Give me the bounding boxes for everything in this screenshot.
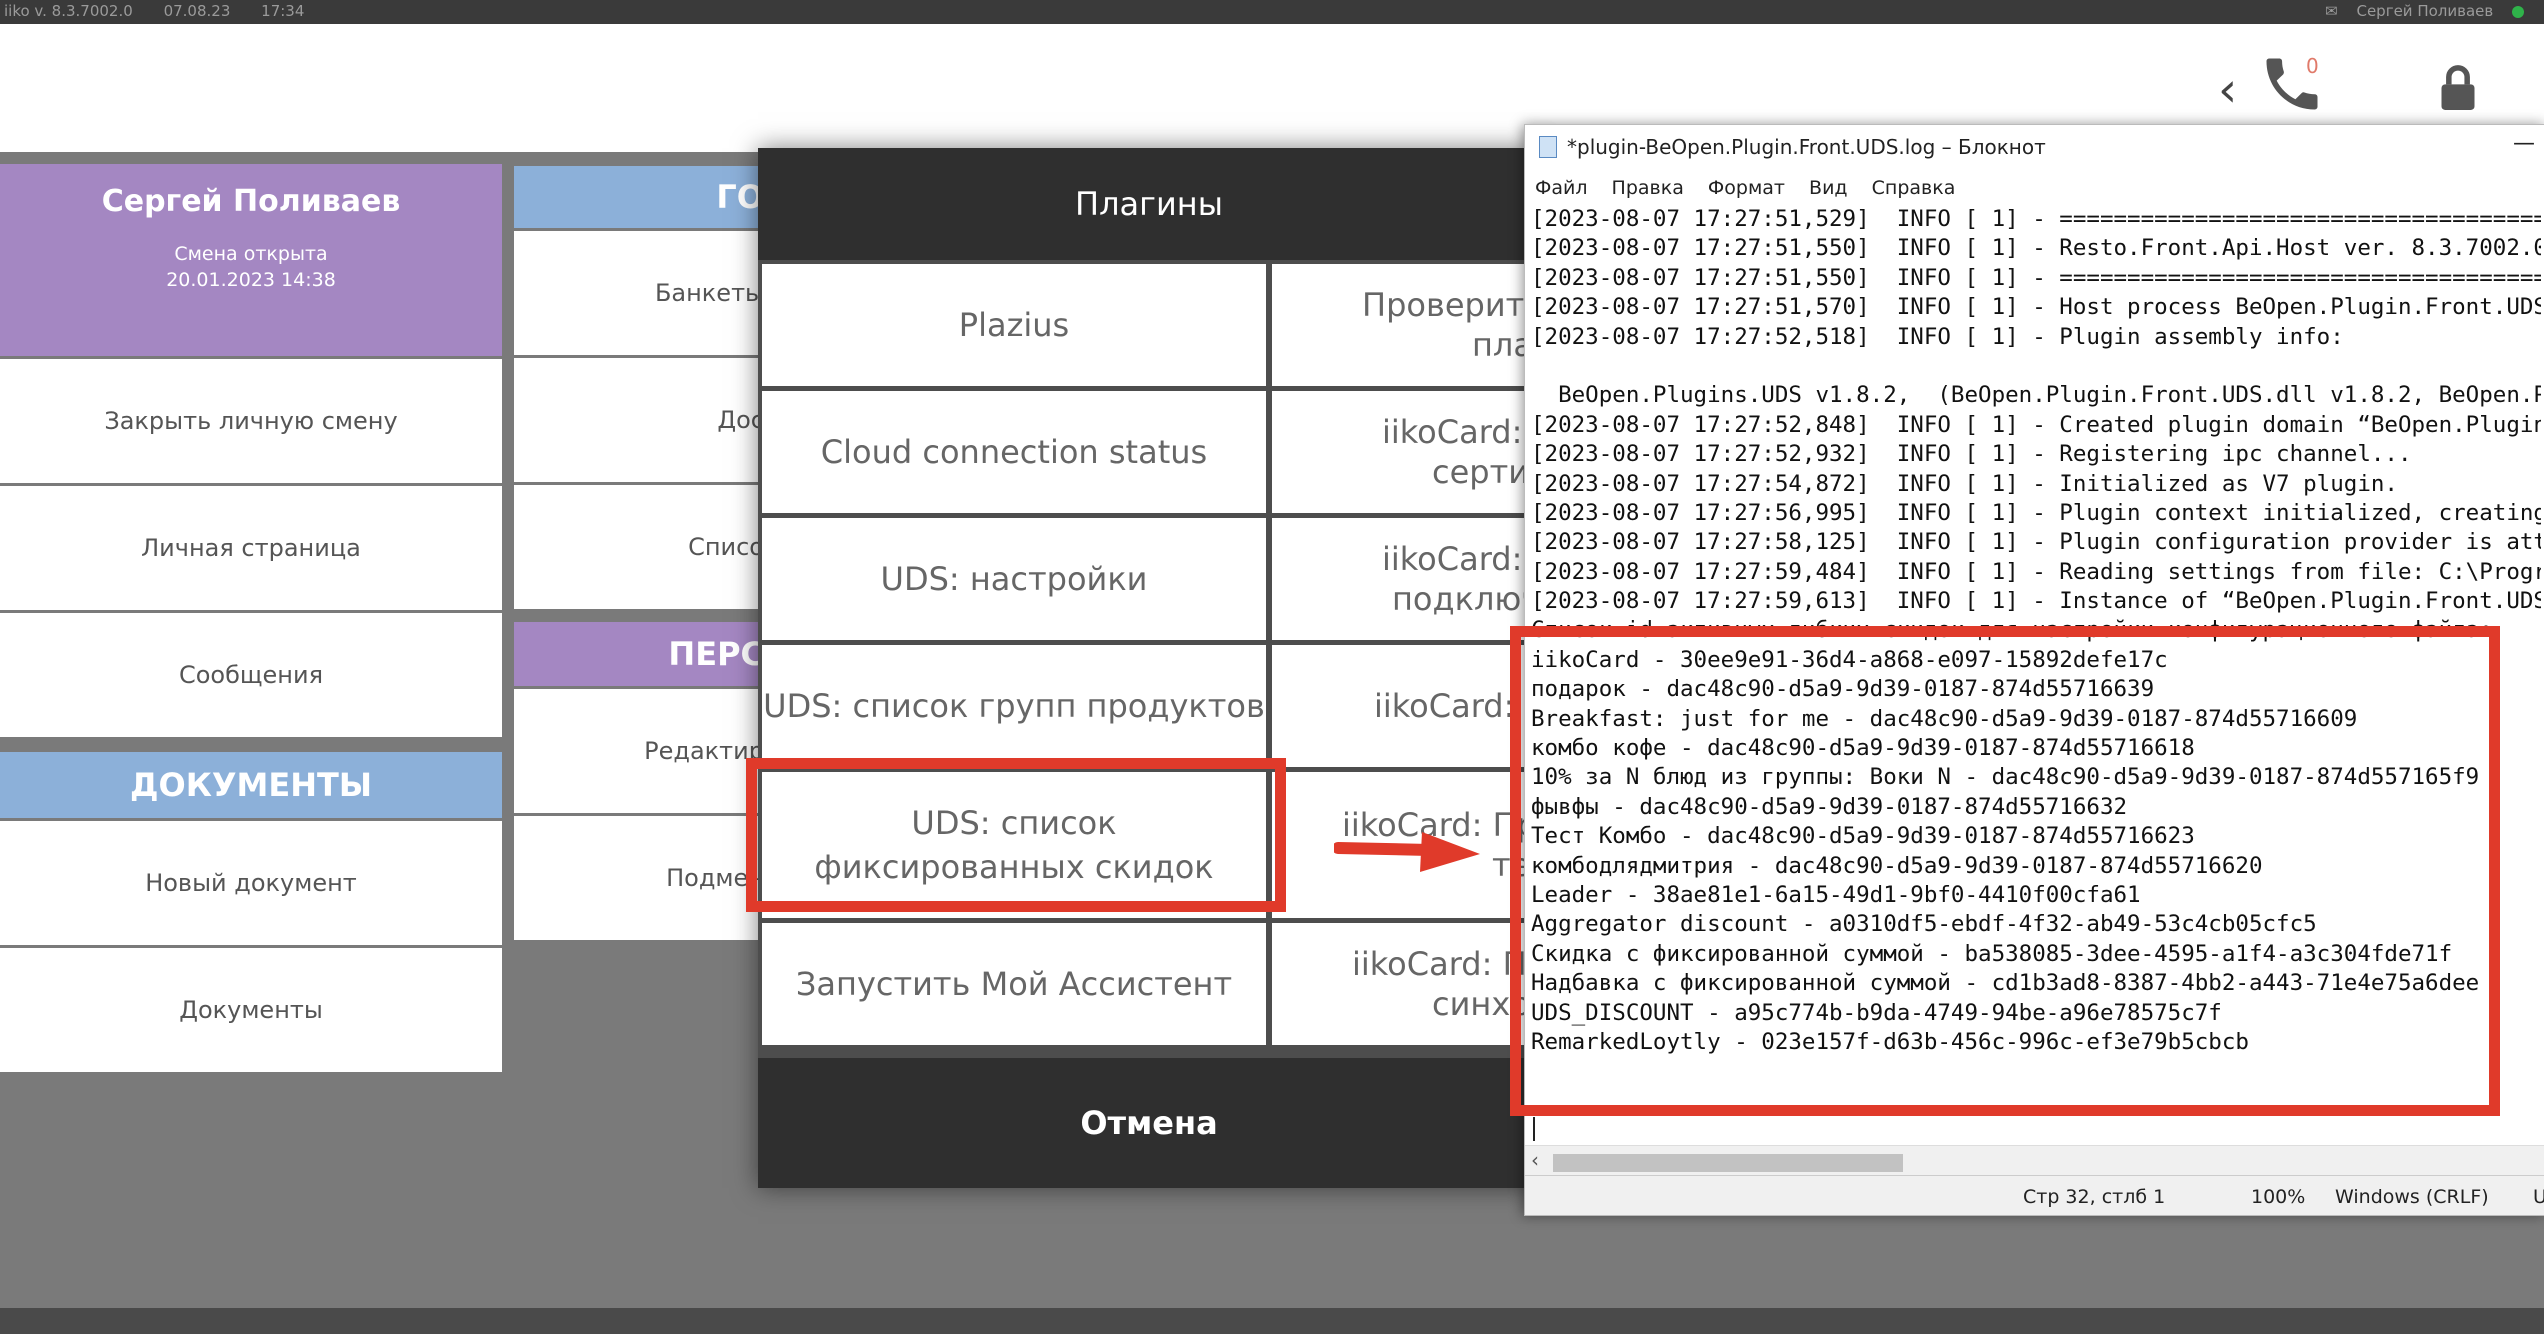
app-version: iiko v. 8.3.7002.0 (4, 2, 133, 20)
documents-header: ДОКУМЕНТЫ (0, 752, 502, 818)
log-line: [2023-08-07 17:27:59,484] INFO [ 1] - Re… (1531, 558, 2541, 585)
mail-icon[interactable]: ✉ (2325, 2, 2338, 20)
scroll-left-icon[interactable]: ‹ (1531, 1148, 1539, 1172)
log-line: [2023-08-07 17:27:52,518] INFO [ 1] - Pl… (1531, 323, 2344, 350)
menu-format[interactable]: Формат (1708, 177, 1785, 199)
lock-icon[interactable] (2436, 62, 2480, 118)
highlight-box-fixed-discounts (746, 758, 1286, 912)
documents-button[interactable]: Документы (0, 948, 502, 1075)
menu-file[interactable]: Файл (1535, 177, 1588, 199)
banquets-button[interactable]: Банкеты (514, 228, 764, 358)
cancel-button[interactable]: Отмена (758, 1058, 1540, 1188)
write-off-button[interactable]: Списо (514, 485, 764, 612)
replace-button[interactable]: Подмен (514, 816, 764, 943)
left-menu-column: Сергей Поливаев Смена открыта 20.01.2023… (0, 164, 502, 1075)
personal-page-button[interactable]: Личная страница (0, 486, 502, 613)
status-line-endings: Windows (CRLF) (2335, 1186, 2489, 1208)
plugin-cloud-status-button[interactable]: Cloud connection status (762, 391, 1266, 513)
log-line: [2023-08-07 17:27:59,613] INFO [ 1] - In… (1531, 588, 2541, 615)
close-shift-button[interactable]: Закрыть личную смену (0, 356, 502, 486)
plugin-uds-settings-button[interactable]: UDS: настройки (762, 518, 1266, 640)
menu-edit[interactable]: Правка (1612, 177, 1684, 199)
log-line: [2023-08-07 17:27:51,550] INFO [ 1] - Re… (1531, 235, 2541, 262)
user-name: Сергей Поливаев (101, 184, 401, 219)
plugins-dialog: Плагины Plazius Cloud connection status … (758, 148, 1540, 1188)
new-document-button[interactable]: Новый документ (0, 818, 502, 948)
status-encoding: U (2533, 1186, 2544, 1208)
log-line: [2023-08-07 17:27:51,529] INFO [ 1] - ==… (1531, 206, 2541, 232)
notepad-titlebar: *plugin-BeOpen.Plugin.Front.UDS.log – Бл… (1525, 125, 2544, 169)
menu-help[interactable]: Справка (1872, 177, 1956, 199)
personnel-header: ПЕРС (514, 622, 764, 686)
status-user: Сергей Поливаев (2356, 2, 2494, 20)
plugin-iikocard-connect-button[interactable]: iikoCard: Дподключ (1272, 518, 1540, 640)
back-chevron-icon[interactable]: ‹ (2218, 62, 2237, 118)
plugin-plazius-button[interactable]: Plazius (762, 264, 1266, 386)
plugin-iikocard-za-button[interactable]: iikoCard: За (1272, 645, 1540, 767)
notepad-file-icon (1539, 136, 1557, 158)
log-line: [2023-08-07 17:27:56,995] INFO [ 1] - Pl… (1531, 499, 2541, 526)
text-caret (1533, 1117, 1535, 1141)
missed-calls-count: 0 (2306, 54, 2319, 78)
log-line: [2023-08-07 17:27:51,570] INFO [ 1] - Ho… (1531, 294, 2541, 321)
notepad-title: *plugin-BeOpen.Plugin.Front.UDS.log – Бл… (1567, 135, 2046, 159)
system-status-bar: iiko v. 8.3.7002.0 07.08.23 17:34 ✉ Серг… (0, 0, 2544, 24)
scrollbar-thumb[interactable] (1553, 1154, 1903, 1172)
log-line: [2023-08-07 17:27:52,848] INFO [ 1] - Cr… (1531, 411, 2541, 438)
log-line: [2023-08-07 17:27:58,125] INFO [ 1] - Pl… (1531, 529, 2541, 556)
menu-view[interactable]: Вид (1809, 177, 1848, 199)
middle-section-title: ГО (716, 178, 764, 216)
edit-button[interactable]: Редактир (514, 686, 764, 816)
plugin-check-button[interactable]: Проверитьплаг (1272, 264, 1540, 386)
status-zoom: 100% (2251, 1186, 2306, 1208)
online-indicator-icon (2512, 5, 2524, 18)
shift-status: Смена открыта (174, 243, 328, 265)
log-line: BeOpen.Plugins.UDS v1.8.2, (BeOpen.Plugi… (1531, 382, 2541, 409)
log-line: [2023-08-07 17:27:54,872] INFO [ 1] - In… (1531, 470, 2398, 497)
log-line: [2023-08-07 17:27:51,550] INFO [ 1] - ==… (1531, 264, 2541, 291)
notepad-menubar: Файл Правка Формат Вид Справка (1535, 177, 1973, 199)
middle-menu-column: ГО Банкеты Дос Списо ПЕРС Редактир Подме… (514, 166, 764, 943)
messages-button[interactable]: Сообщения (0, 613, 502, 740)
plugin-iikocard-sync-button[interactable]: iikoCard: Пр синхро (1272, 923, 1540, 1045)
status-date: 07.08.23 (163, 2, 231, 20)
notepad-statusbar: Стр 32, стлб 1 100% Windows (CRLF) U (1525, 1175, 2544, 1215)
dialog-title: Плагины (758, 148, 1540, 260)
horizontal-scrollbar[interactable]: ‹ (1525, 1145, 2544, 1176)
plugin-uds-product-groups-button[interactable]: UDS: список групп продуктов (762, 645, 1266, 767)
minimize-icon[interactable]: — (2513, 131, 2535, 156)
delivery-button[interactable]: Дос (514, 358, 764, 485)
bottom-toolbar (0, 1308, 2544, 1334)
plugin-my-assistant-button[interactable]: Запустить Мой Ассистент (762, 923, 1266, 1045)
plugin-iikocard-cert-button[interactable]: iikoCard: Асертиф (1272, 391, 1540, 513)
log-line: [2023-08-07 17:27:52,932] INFO [ 1] - Re… (1531, 441, 2412, 468)
status-time: 17:34 (261, 2, 305, 20)
shift-datetime: 20.01.2023 14:38 (166, 269, 336, 291)
middle-section-header: ГО (514, 166, 764, 228)
user-card: Сергей Поливаев Смена открыта 20.01.2023… (0, 164, 502, 356)
status-position: Стр 32, стлб 1 (2023, 1186, 2166, 1208)
highlight-box-discount-list (1510, 626, 2500, 1116)
red-arrow-icon (1334, 832, 1480, 872)
